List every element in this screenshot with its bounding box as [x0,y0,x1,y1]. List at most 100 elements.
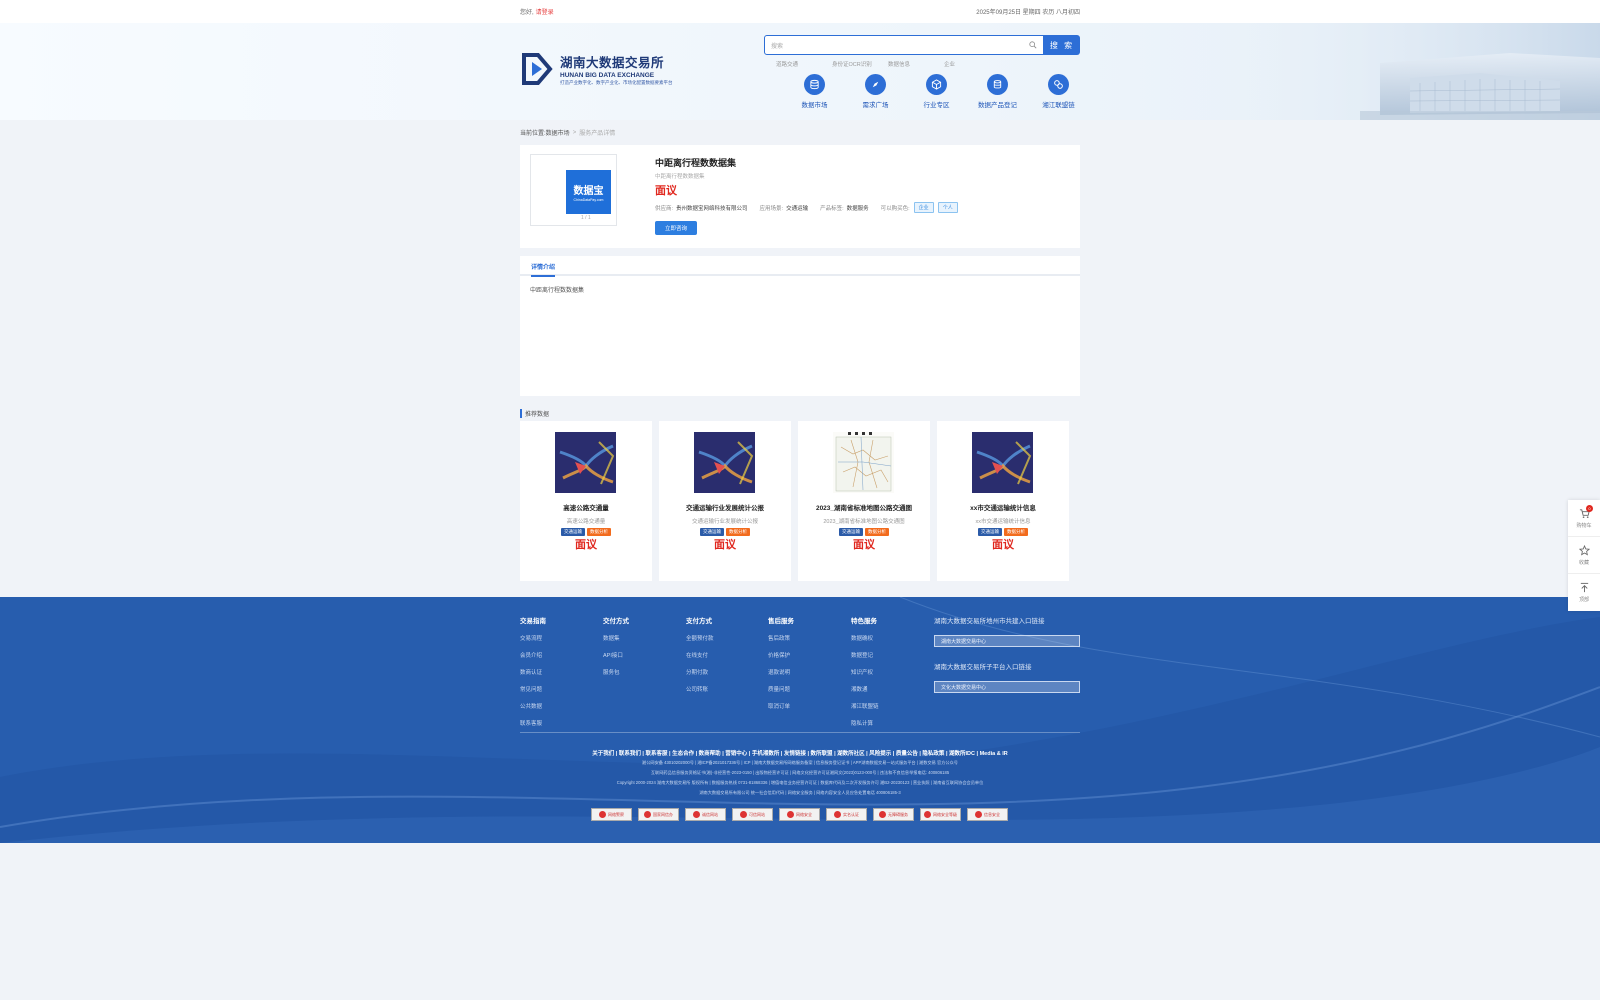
nav-product-register[interactable]: 数据产品登记 [967,74,1028,109]
sub-platform-select[interactable]: 文化大数据交易中心 [934,681,1080,693]
card-price: 面议 [575,539,597,551]
footer-link[interactable]: 湘江联盟链 [851,702,931,710]
login-link[interactable]: 请登录 [536,10,554,16]
product-card: 数据宝 ChinaDataPay.com 1 / 1 中距离行程数数据集 中距离… [520,145,1080,248]
footer-link[interactable]: 会员介绍 [520,651,600,659]
footer-link[interactable]: 服务包 [603,668,683,676]
footer-link[interactable]: 公司转账 [686,685,766,693]
search-input[interactable]: 搜索 [764,35,1044,55]
hot-word[interactable]: 数据信息 [888,60,944,68]
footer-col-after-sales: 售后服务 售后政策 价格保护 退款说明 质量问题 取消订单 [768,615,848,719]
badge-icon [644,811,651,818]
card-title: 2023_湖南省标准地图公路交通图 [815,505,913,512]
chain-link-icon [1054,80,1063,89]
footer-link[interactable]: 退款说明 [768,668,848,676]
card-subtitle: xx市交通运输统计信息 [975,519,1031,525]
search-button[interactable]: 搜 索 [1044,35,1080,55]
register-icon [993,80,1002,89]
star-icon [1578,544,1590,555]
footer-copyright: Copyright 2000-2024 湖南大数据交易所 版权所有 | 数据服务… [616,780,984,785]
trust-badge[interactable]: 无障碍服务 [873,808,914,821]
detail-content: 中距离行程数数据集 [530,288,585,294]
footer-col-delivery: 交付方式 数据集 API接口 服务包 [603,615,683,685]
footer-link[interactable]: 公共数据 [520,702,600,710]
breadcrumb-link[interactable]: 数据市场 [546,128,570,137]
recommend-card[interactable]: xx市交通运输统计信息 xx市交通运输统计信息 交通运输 数据分析 面议 [937,421,1069,581]
footer-link[interactable]: 数据登记 [851,651,931,659]
hot-word[interactable]: 企业 [944,60,1000,68]
floating-sidebar: 0 购物车 收藏 顶部 [1568,500,1600,611]
product-image: 数据宝 ChinaDataPay.com [566,170,611,214]
sidebar-back-to-top[interactable]: 顶部 [1568,574,1600,611]
card-subtitle: 2023_湖南省标准地图公路交通图 [823,519,905,525]
top-bar: 您好, 请登录 2025年09月25日 星期四 农历 八月初四 [0,0,1600,23]
footer-link[interactable]: 知识产权 [851,668,931,676]
footer-link[interactable]: 价格保护 [768,651,848,659]
trust-badge[interactable]: 诚信网站 [685,808,726,821]
footer-link[interactable]: 联系客服 [520,719,600,727]
hot-words: 道路交通 身份证OCR识别 数据信息 企业 [776,60,1000,68]
trust-badge[interactable]: 可信网站 [732,808,773,821]
trust-badge[interactable]: 信息安全 [967,808,1008,821]
city-entry-select[interactable]: 湖南大数据交易中心 [934,635,1080,647]
footer-link[interactable]: 数据确权 [851,634,931,642]
consult-button[interactable]: 立即咨询 [655,221,697,235]
card-price: 面议 [714,539,736,551]
recommend-card[interactable]: 2023_湖南省标准地图公路交通图 2023_湖南省标准地图公路交通图 交通运输… [798,421,930,581]
footer-link[interactable]: 在线支付 [686,651,766,659]
footer-link[interactable]: 交易流程 [520,634,600,642]
buyer-tag: 个人 [937,202,958,213]
badge-icon [834,811,841,818]
nav-industry-zone[interactable]: 行业专区 [906,74,967,109]
supplier: 贵州数据宝网络科技有限公司 [676,205,748,212]
recommend-title: 推荐数据 [520,409,1080,418]
footer-divider [520,732,1080,733]
footer-link[interactable]: 常见问题 [520,685,600,693]
footer-nav-links[interactable]: 关于我们 | 联系我们 | 联系客服 | 生态合作 | 数商帮助 | 营销中心 … [520,749,1080,757]
footer-link[interactable]: API接口 [603,651,683,659]
trust-badge[interactable]: 网络警察 [591,808,632,821]
trust-badge[interactable]: 实名认证 [826,808,867,821]
footer-link[interactable]: 取消订单 [768,702,848,710]
nav-data-market[interactable]: 数据市场 [784,74,845,109]
footer-link[interactable]: 全额预付款 [686,634,766,642]
building-illustration [1180,23,1600,120]
card-tag: 数据分析 [726,528,750,536]
scene: 交通运输 [786,205,809,212]
footer-link[interactable]: 售后政策 [768,634,848,642]
footer-link[interactable]: 湘数通 [851,685,931,693]
product-type: 数据服务 [846,205,869,212]
recommend-card[interactable]: 交通运输行业发展统计公报 交通运输行业发展统计公报 交通运输 数据分析 面议 [659,421,791,581]
footer-link[interactable]: 数据集 [603,634,683,642]
footer-col-special: 特色服务 数据确权 数据登记 知识产权 湘数通 湘江联盟链 隐私计算 [851,615,931,736]
trust-badge[interactable]: 网络安全等级 [920,808,961,821]
hot-word[interactable]: 道路交通 [776,60,832,68]
recommend-card[interactable]: 高速公路交通量 高速公路交通量 交通运输 数据分析 面议 [520,421,652,581]
badge-icon [879,811,886,818]
sidebar-cart[interactable]: 0 购物车 [1568,500,1600,537]
tab-detail[interactable]: 详情介绍 [531,262,556,277]
trust-badge[interactable]: 国家网信办 [638,808,679,821]
nav-xiangjiang-chain[interactable]: 湘江联盟链 [1028,74,1089,109]
footer-link[interactable]: 质量问题 [768,685,848,693]
badge-icon [787,811,794,818]
card-tag: 交通运输 [978,528,1002,536]
search-icon [1029,41,1037,49]
main-content: 当前位置: 数据市场 > 服务产品详情 数据宝 ChinaDataPay.com… [520,120,1080,581]
data-wave-image [555,432,616,493]
logo-en: HUNAN BIG DATA EXCHANGE [560,72,655,79]
data-wave-image [694,432,755,493]
footer-record-line: 湖南大数据交易所有限公司 统一社会信用代码 | 网络安全服务 | 网络内容安全人… [699,790,901,795]
product-thumbnail[interactable]: 数据宝 ChinaDataPay.com 1 / 1 [530,154,617,226]
footer-link[interactable]: 隐私计算 [851,719,931,727]
hot-word[interactable]: 身份证OCR识别 [832,60,888,68]
breadcrumb: 当前位置: 数据市场 > 服务产品详情 [520,128,616,138]
footer-link[interactable]: 分期付款 [686,668,766,676]
footer-link[interactable]: 数商认证 [520,668,600,676]
site-logo[interactable]: 湖南大数据交易所 HUNAN BIG DATA EXCHANGE 打造产业数字化… [520,49,673,89]
nav-demand-square[interactable]: 需求广场 [845,74,906,109]
sidebar-favorite[interactable]: 收藏 [1568,537,1600,574]
footer-record-line: 湘公网安备 43010202000号 | 湘ICP备2021017336号 | … [642,760,958,765]
card-tag: 交通运输 [700,528,724,536]
trust-badge[interactable]: 网络安全 [779,808,820,821]
